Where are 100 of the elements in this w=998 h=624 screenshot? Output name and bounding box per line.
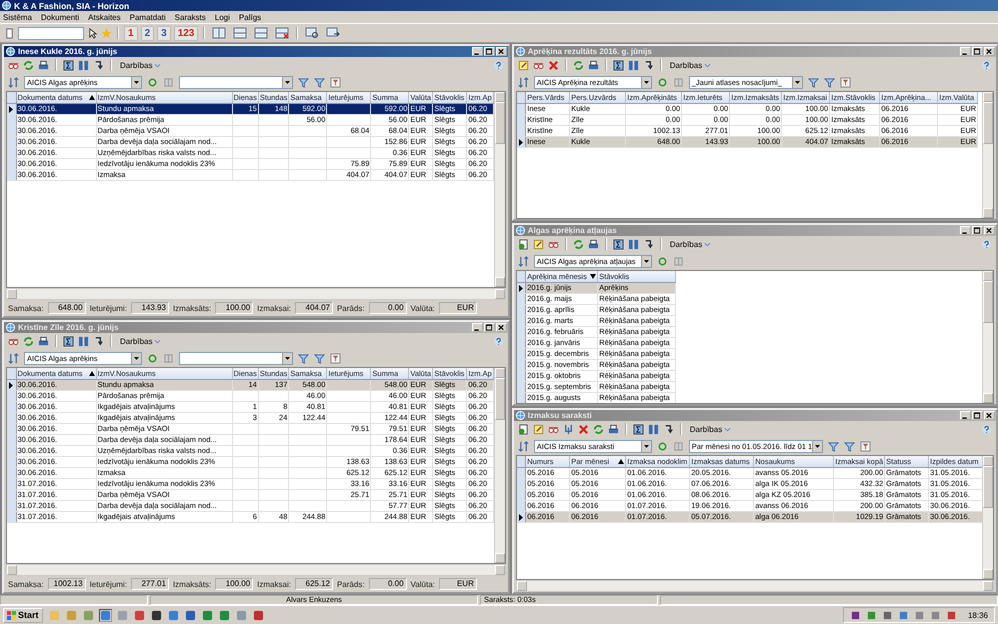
printer-icon[interactable] [38, 336, 49, 346]
start-button[interactable]: Start [3, 608, 43, 622]
tray-icon[interactable] [866, 610, 877, 620]
tray-icon[interactable] [850, 610, 861, 620]
minimize-button[interactable] [960, 411, 971, 420]
horizontal-scrollbar[interactable] [6, 564, 506, 576]
minimize-button[interactable] [960, 47, 971, 56]
tray-icon[interactable] [882, 610, 893, 620]
close-button[interactable] [984, 47, 995, 56]
dropdown-arrow-icon[interactable] [644, 260, 649, 263]
funnel-icon[interactable] [298, 352, 309, 364]
tile-vertical-icon[interactable] [233, 27, 248, 39]
swap-arrows-icon[interactable] [518, 440, 529, 452]
cursor-icon[interactable] [87, 28, 98, 38]
menu-item[interactable]: Saraksts [174, 12, 206, 22]
export-icon[interactable] [562, 424, 574, 435]
filter-clear-icon[interactable] [330, 76, 341, 88]
window-number-button[interactable]: 123 [174, 26, 198, 40]
help-icon[interactable] [981, 238, 992, 250]
columns-icon[interactable] [78, 60, 89, 70]
tray-icon[interactable] [930, 610, 941, 620]
circle-icon[interactable] [656, 440, 668, 452]
maximize-button[interactable] [972, 411, 983, 420]
vertical-scrollbar[interactable] [982, 271, 993, 404]
funnel-icon[interactable] [808, 76, 819, 88]
help-icon[interactable] [981, 424, 992, 435]
printer-icon[interactable] [38, 60, 49, 70]
sigma-icon[interactable] [612, 60, 624, 70]
window-number-button[interactable]: 1 [124, 26, 138, 40]
refresh-icon[interactable] [23, 336, 34, 346]
sigma-icon[interactable] [612, 238, 624, 250]
filter-clear-icon[interactable] [330, 352, 341, 364]
refresh-icon[interactable] [572, 238, 584, 250]
vertical-scrollbar[interactable] [494, 368, 505, 563]
menu-item[interactable]: Pamatdati [130, 12, 166, 22]
horizontal-scrollbar[interactable] [516, 580, 994, 592]
refresh-icon[interactable] [572, 60, 584, 70]
minimize-button[interactable] [960, 226, 971, 236]
arrow-icon[interactable] [93, 336, 104, 346]
document-icon[interactable] [4, 28, 15, 38]
close-button[interactable] [984, 226, 995, 236]
dropdown-arrow-icon[interactable] [134, 356, 139, 360]
tray-icon[interactable] [914, 610, 925, 620]
dropdown-arrow-icon[interactable] [644, 444, 649, 448]
pencil-icon[interactable] [518, 60, 529, 70]
actions-menu-button[interactable]: Darbības [668, 240, 714, 249]
filter-clear-icon[interactable] [860, 440, 872, 452]
vertical-scrollbar[interactable] [982, 456, 993, 579]
swap-arrows-icon[interactable] [8, 352, 19, 364]
actions-menu-button[interactable]: Darbības [688, 424, 734, 434]
dropdown-arrow-icon[interactable] [134, 80, 139, 84]
circle-icon[interactable] [147, 352, 158, 364]
arrow-icon[interactable] [93, 60, 104, 70]
pencil-icon[interactable] [532, 238, 544, 250]
taskbar-app-icon[interactable] [252, 610, 264, 620]
dropdown-arrow-icon[interactable] [285, 356, 290, 360]
maximize-button[interactable] [484, 323, 495, 332]
columns-icon[interactable] [628, 60, 639, 70]
taskbar-app-icon[interactable] [150, 610, 162, 620]
columns-icon[interactable] [628, 238, 639, 250]
refresh-icon[interactable] [23, 60, 34, 70]
menu-item[interactable]: Dokumenti [40, 12, 80, 22]
maximize-button[interactable] [972, 226, 983, 236]
sigma-icon[interactable] [63, 336, 74, 346]
star-icon[interactable] [101, 28, 112, 38]
dropdown-arrow-icon[interactable] [815, 444, 820, 448]
close-button[interactable] [496, 323, 507, 332]
dropdown-arrow-icon[interactable] [644, 80, 649, 84]
maximize-button[interactable] [972, 47, 983, 56]
filter-clear-icon[interactable] [840, 76, 851, 88]
help-icon[interactable] [981, 60, 992, 70]
taskbar-app-icon[interactable] [184, 610, 196, 620]
close-all-icon[interactable] [275, 27, 290, 39]
add-icon[interactable] [518, 238, 529, 250]
minimize-button[interactable] [472, 323, 483, 332]
vertical-scrollbar[interactable] [982, 92, 993, 218]
sigma-icon[interactable] [63, 60, 74, 70]
help-icon[interactable] [492, 336, 504, 346]
dropdown-arrow-icon[interactable] [285, 80, 290, 84]
close-button[interactable] [984, 411, 995, 420]
horizontal-scrollbar[interactable] [6, 288, 506, 300]
cascade-icon[interactable] [254, 27, 268, 39]
funnel-icon[interactable] [828, 440, 840, 452]
tray-icon[interactable] [898, 610, 909, 620]
actions-menu-button[interactable]: Darbības [118, 60, 164, 70]
actions-menu-button[interactable]: Darbības [118, 336, 164, 346]
window-search-icon[interactable] [305, 27, 320, 39]
pencil-icon[interactable] [532, 424, 544, 435]
funnel-icon[interactable] [298, 76, 309, 88]
help-icon[interactable] [492, 60, 504, 70]
circle-icon[interactable] [656, 76, 668, 88]
columns-icon[interactable] [648, 424, 659, 435]
circle-icon[interactable] [147, 76, 158, 88]
dropdown-arrow-icon[interactable] [794, 80, 800, 84]
maximize-button[interactable] [484, 47, 495, 56]
search-field[interactable] [18, 26, 84, 40]
delete-icon[interactable] [548, 60, 559, 70]
swap-arrows-icon[interactable] [518, 76, 529, 88]
window-number-button[interactable]: 2 [140, 26, 154, 40]
taskbar-app-icon[interactable] [100, 610, 111, 620]
